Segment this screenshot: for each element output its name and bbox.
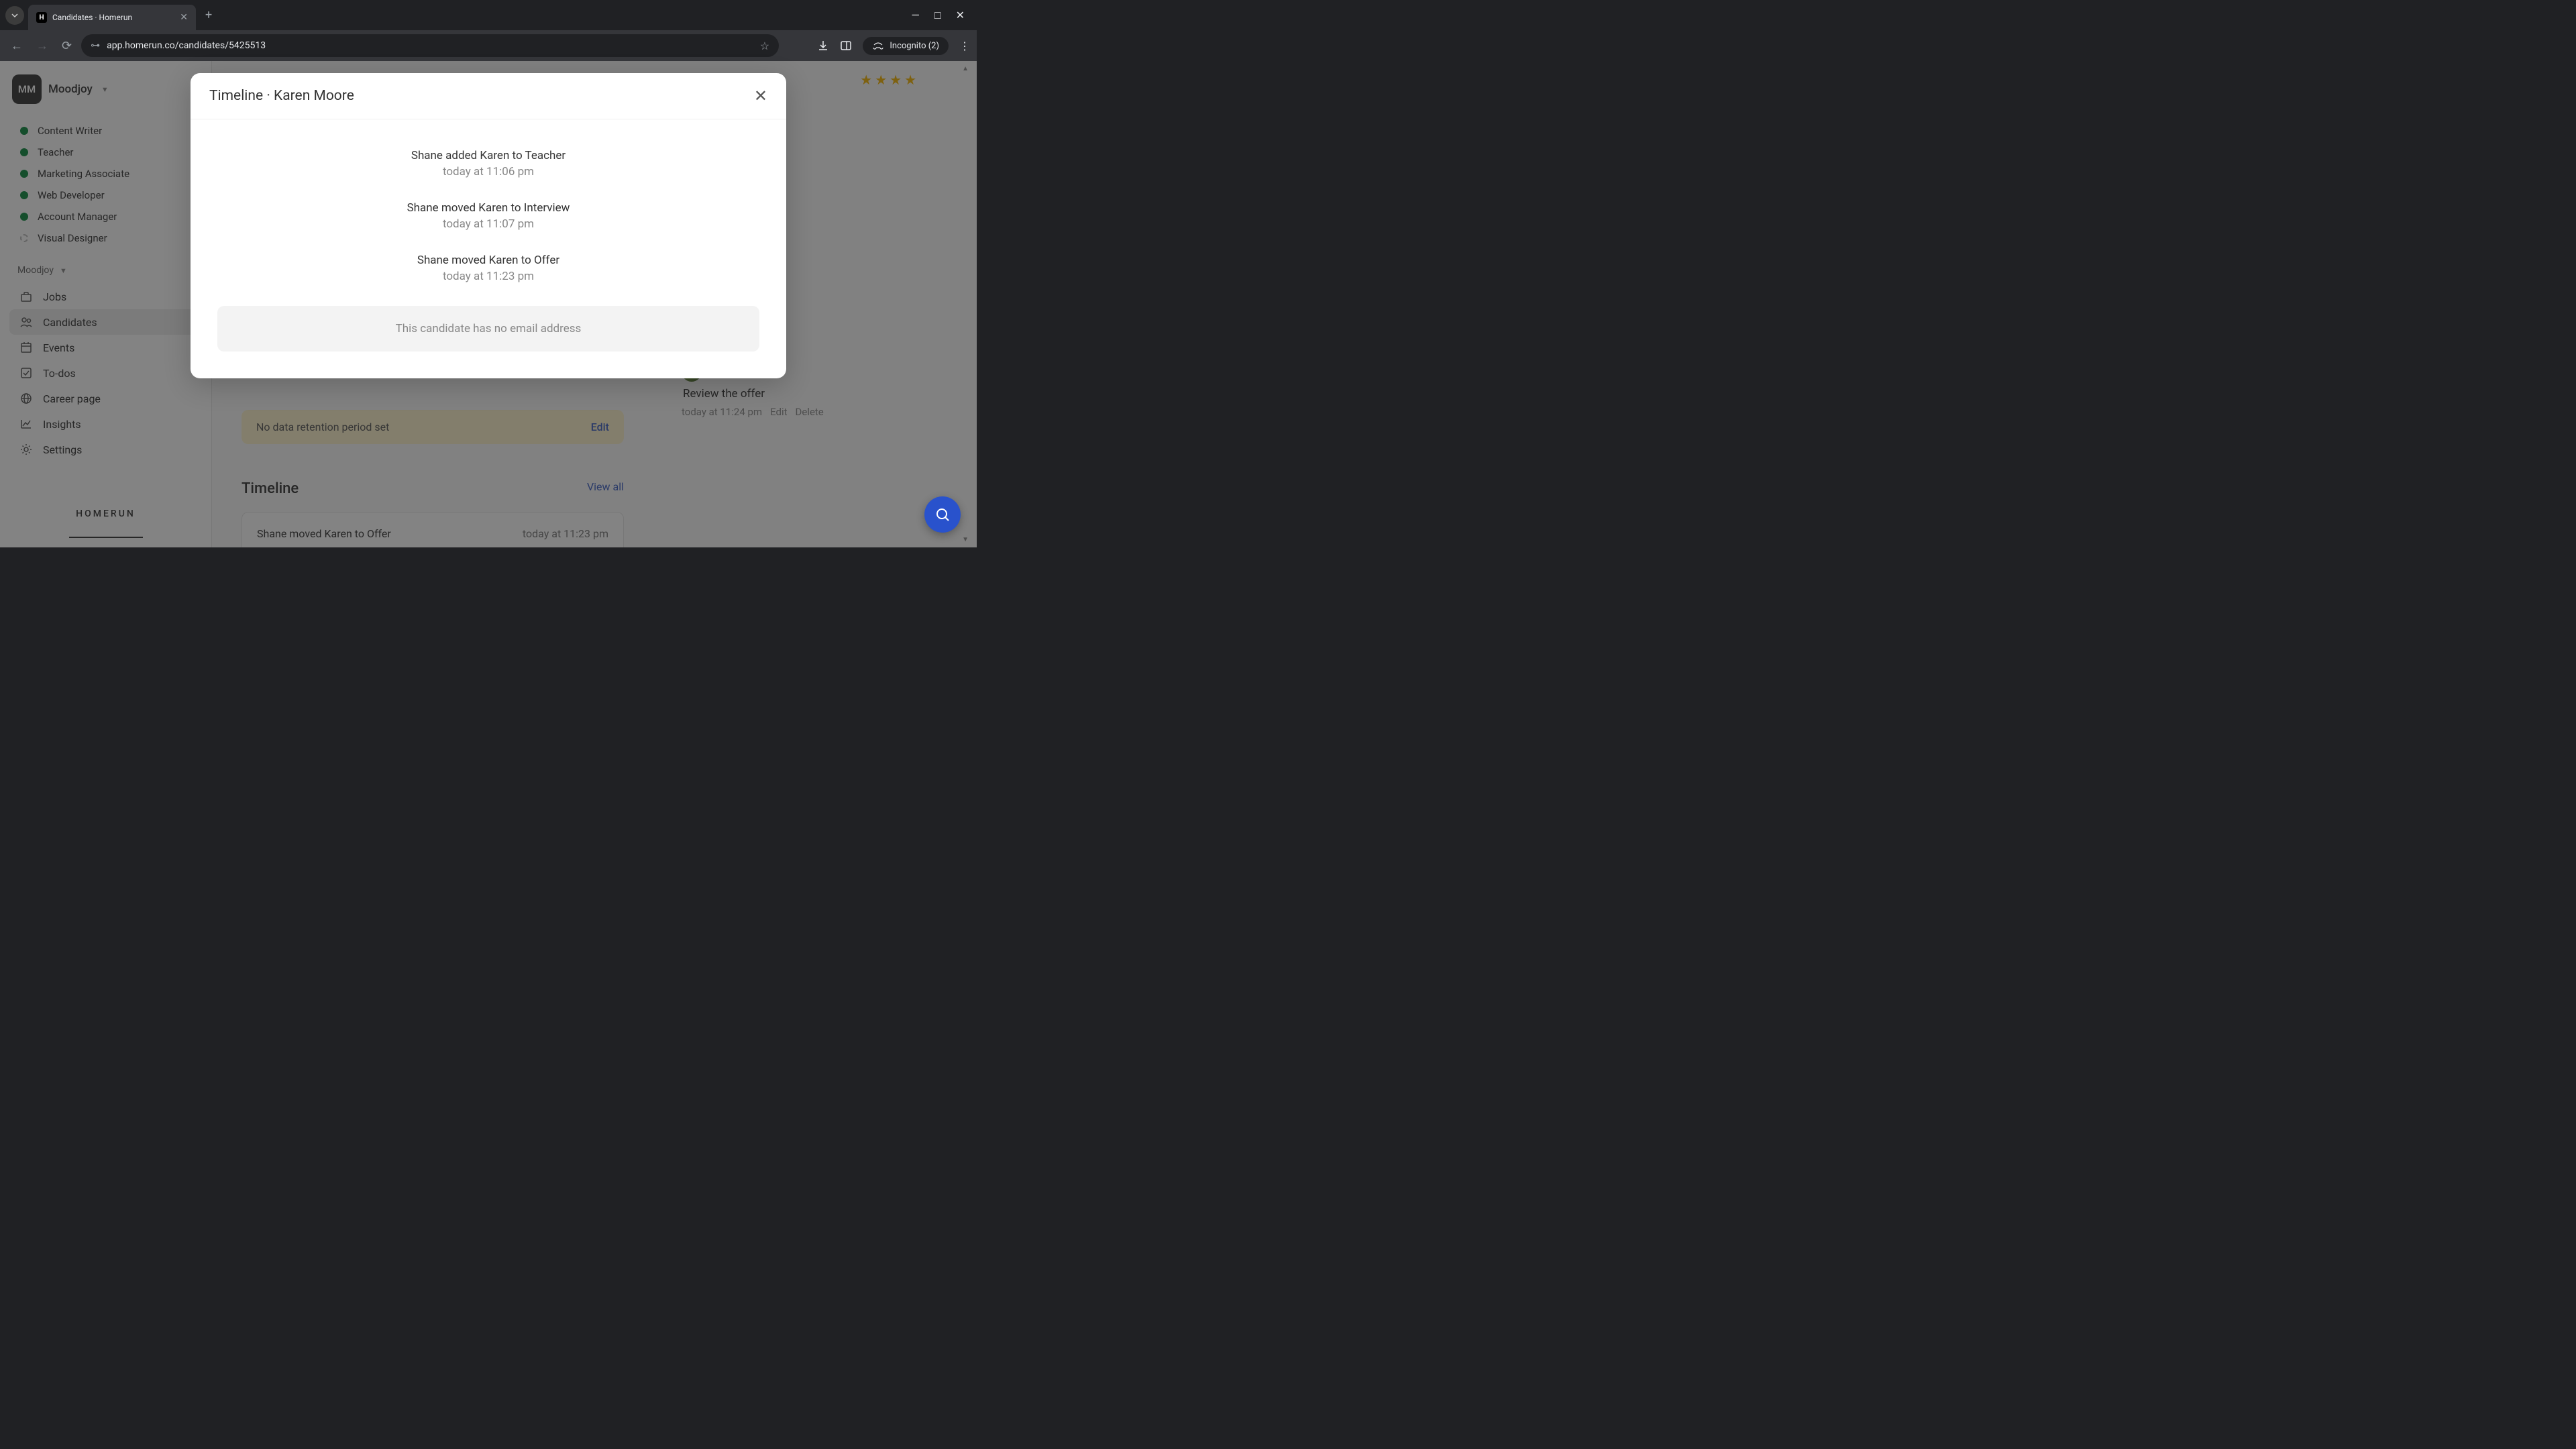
timeline-entry-time: today at 11:07 pm — [217, 217, 759, 231]
browser-menu-icon[interactable]: ⋮ — [959, 40, 970, 52]
minimize-button[interactable]: — — [911, 9, 920, 22]
downloads-icon[interactable] — [817, 40, 829, 52]
timeline-entry-action: Shane added Karen to Teacher — [217, 149, 759, 162]
bookmark-star-icon[interactable]: ☆ — [760, 40, 769, 52]
modal-header: Timeline · Karen Moore ✕ — [191, 73, 786, 119]
back-button[interactable]: ← — [7, 36, 27, 56]
reload-button[interactable]: ⟳ — [58, 36, 76, 56]
timeline-entry: Shane moved Karen to Offer today at 11:2… — [217, 254, 759, 283]
tab-close-icon[interactable]: ✕ — [180, 12, 188, 23]
tab-favicon: H — [36, 12, 47, 23]
site-info-icon[interactable]: ⊶ — [91, 40, 100, 51]
help-fab[interactable] — [924, 496, 961, 533]
timeline-entry: Shane moved Karen to Interview today at … — [217, 201, 759, 231]
panel-icon[interactable] — [840, 40, 852, 52]
tab-title: Candidates · Homerun — [52, 13, 174, 22]
browser-tab-strip: H Candidates · Homerun ✕ + — □ ✕ — [0, 0, 977, 30]
modal-close-button[interactable]: ✕ — [754, 87, 767, 105]
address-bar[interactable]: ⊶ app.homerun.co/candidates/5425513 ☆ — [81, 34, 779, 57]
timeline-entry: Shane added Karen to Teacher today at 11… — [217, 149, 759, 178]
incognito-badge[interactable]: Incognito (2) — [863, 37, 949, 55]
email-notice: This candidate has no email address — [217, 306, 759, 352]
forward-button[interactable]: → — [32, 36, 52, 56]
browser-toolbar: ← → ⟳ ⊶ app.homerun.co/candidates/542551… — [0, 30, 977, 61]
new-tab-button[interactable]: + — [205, 8, 212, 22]
close-window-button[interactable]: ✕ — [956, 9, 965, 22]
timeline-entry-action: Shane moved Karen to Offer — [217, 254, 759, 267]
tab-search-button[interactable] — [5, 6, 24, 25]
url-text: app.homerun.co/candidates/5425513 — [107, 40, 266, 51]
timeline-modal: Timeline · Karen Moore ✕ Shane added Kar… — [191, 73, 786, 378]
timeline-entry-time: today at 11:23 pm — [217, 270, 759, 283]
modal-overlay[interactable]: Timeline · Karen Moore ✕ Shane added Kar… — [0, 61, 977, 547]
timeline-entry-action: Shane moved Karen to Interview — [217, 201, 759, 215]
timeline-entry-time: today at 11:06 pm — [217, 165, 759, 178]
maximize-button[interactable]: □ — [934, 9, 941, 22]
modal-title: Timeline · Karen Moore — [209, 88, 354, 104]
browser-tab[interactable]: H Candidates · Homerun ✕ — [28, 5, 196, 30]
incognito-label: Incognito (2) — [890, 41, 939, 51]
modal-body: Shane added Karen to Teacher today at 11… — [191, 119, 786, 378]
